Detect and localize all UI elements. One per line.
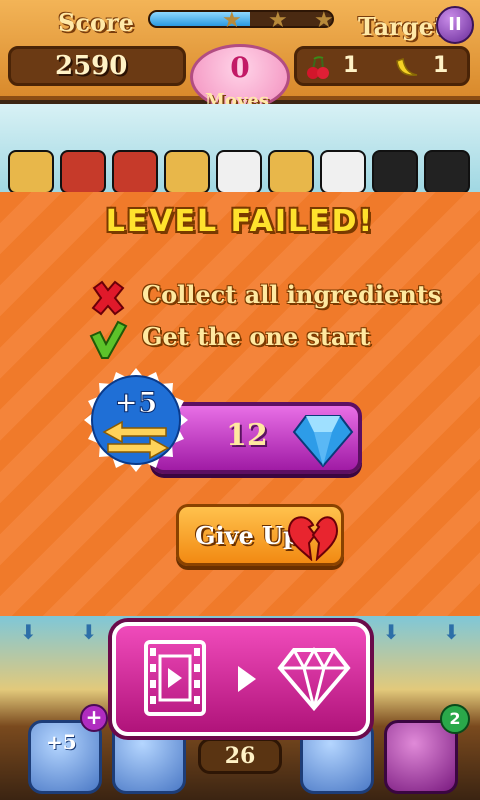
red-x-icon: [91, 280, 125, 316]
target-label: Target: [358, 12, 445, 41]
panda-tile: [320, 150, 366, 194]
watch-video-button[interactable]: [112, 622, 370, 736]
add-booster-button[interactable]: +: [80, 704, 108, 732]
down-arrow-icon: ⬇: [20, 620, 37, 644]
broken-heart-icon: [287, 516, 339, 561]
goal-text: Get the one start: [142, 322, 371, 351]
price-value: 12: [226, 418, 268, 453]
cherry-target-count: 1: [343, 53, 359, 78]
pause-button[interactable]: II: [436, 6, 474, 44]
badge-text: +5: [115, 386, 158, 419]
penguin-tile: [372, 150, 418, 194]
parrot-tile: [60, 150, 106, 194]
star-icon: ★: [314, 8, 334, 33]
down-arrow-icon: ⬇: [80, 620, 98, 644]
giraffe-tile: [164, 150, 210, 194]
down-arrow-icon: ⬇: [382, 620, 400, 644]
giraffe-tile: [8, 150, 54, 194]
star-icon: ★: [268, 8, 288, 33]
green-check-icon: [89, 320, 128, 359]
booster-plus-five-label: +5: [46, 730, 77, 754]
score-label: Score: [58, 8, 134, 37]
booster-count-badge: 2: [440, 704, 470, 734]
giraffe-tile: [268, 150, 314, 194]
film-icon: [144, 640, 206, 716]
plus-five-moves-badge: +5: [84, 368, 188, 472]
diamond-icon: [277, 646, 351, 712]
penguin-tile: [424, 150, 470, 194]
banana-icon: [393, 55, 421, 86]
cherry-icon: [305, 55, 331, 86]
score-value: 2590: [8, 46, 186, 86]
dialog-title: LEVEL FAILED!: [105, 204, 375, 239]
give-up-button[interactable]: Give Up: [176, 504, 344, 566]
star-icon: ★: [222, 8, 242, 33]
banana-target-count: 1: [433, 53, 449, 78]
panda-tile: [216, 150, 262, 194]
down-arrow-icon: ⬇: [443, 620, 460, 644]
top-hud: Score ★ ★ ★ Target II 2590 1 1 0: [0, 0, 480, 110]
board-top-row: [8, 150, 472, 194]
give-up-label: Give Up: [195, 521, 300, 550]
blue-diamond-icon: [292, 415, 354, 468]
moves-count-bottom: 26: [198, 738, 282, 774]
parrot-tile: [112, 150, 158, 194]
play-arrow-icon: [238, 666, 256, 692]
moves-value: 0: [230, 51, 250, 84]
goal-text: Collect all ingredients: [142, 280, 442, 309]
target-panel: 1 1: [294, 46, 470, 86]
